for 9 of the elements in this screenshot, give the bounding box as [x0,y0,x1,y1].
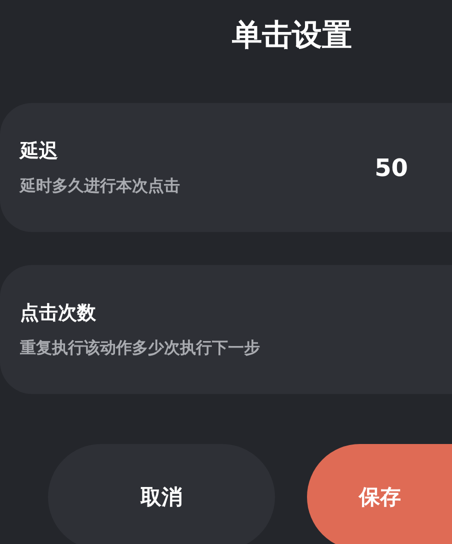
cancel-button[interactable]: 取消 [48,444,275,544]
setting-value[interactable]: 50 [374,154,408,182]
page-title: 单击设置 [232,16,352,54]
setting-label: 点击次数 [20,301,97,326]
setting-card[interactable]: 延迟 延时多久进行本次点击 50 [0,103,452,232]
setting-label: 延迟 [20,139,59,164]
setting-description: 重复执行该动作多少次执行下一步 [20,338,261,359]
setting-card[interactable]: 点击次数 重复执行该动作多少次执行下一步 [0,265,452,394]
setting-description: 延时多久进行本次点击 [20,176,181,197]
